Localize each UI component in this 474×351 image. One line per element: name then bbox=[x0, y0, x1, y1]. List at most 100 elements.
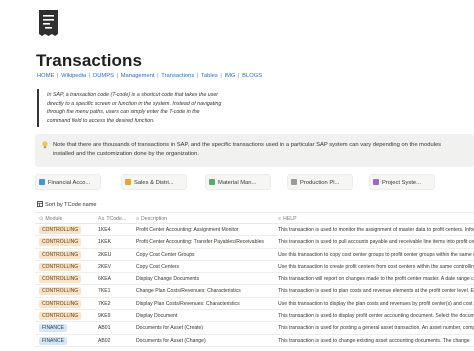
table-body: CONTROLLING 1KE4 Profit Center Accounting:… bbox=[35, 224, 474, 347]
description-cell: Documents for Asset (Create) bbox=[136, 325, 204, 332]
card-icon bbox=[291, 179, 297, 185]
module-tag: CONTROLLING bbox=[39, 262, 82, 271]
category-cards: Financial Acco... Sales & Distri... Mate… bbox=[35, 174, 474, 190]
table-row[interactable]: CONTROLLING 1KEK Profit Center Accounting:… bbox=[35, 236, 474, 249]
card-material-management[interactable]: Material Man... bbox=[205, 174, 271, 190]
header-module[interactable]: ⊙ Module bbox=[39, 216, 62, 222]
intro-quote: In SAP, a transaction code (T-code) is a… bbox=[37, 89, 222, 128]
text-icon: Aa bbox=[98, 216, 105, 222]
card-label: Project Syste... bbox=[382, 180, 421, 186]
module-tag: CONTROLLING bbox=[39, 287, 82, 296]
module-tag: CONTROLLING bbox=[39, 275, 82, 284]
link-management[interactable]: Management bbox=[121, 73, 155, 79]
sort-label: Sort by TCode name bbox=[45, 202, 97, 208]
tcode-cell[interactable]: 9KE9 bbox=[98, 313, 132, 319]
page-title: Transactions bbox=[36, 51, 143, 70]
card-icon bbox=[39, 179, 45, 185]
description-cell: Copy Cost Centers bbox=[136, 263, 180, 270]
select-icon: ⊙ bbox=[39, 216, 44, 222]
header-tcode[interactable]: Aa TCode... bbox=[98, 216, 126, 222]
table-row[interactable]: CONTROLLING 7KE2 Display Plan Costs/Revenu… bbox=[35, 298, 474, 311]
module-tag: CONTROLLING bbox=[39, 312, 82, 321]
tcode-cell[interactable]: 2KEU bbox=[98, 252, 132, 258]
module-tag: CONTROLLING bbox=[39, 226, 82, 234]
table-row[interactable]: FINANCE AB02 Documents for Asset (Change) T… bbox=[35, 335, 474, 347]
description-cell: Copy Cost Center Groups bbox=[136, 251, 195, 258]
module-cell: CONTROLLING bbox=[39, 226, 82, 234]
header-help[interactable]: ≡ HELP bbox=[278, 216, 297, 222]
breadcrumb-links: HOME | Wikipedia | DUMPS | Management | … bbox=[37, 73, 263, 79]
link-img[interactable]: IMG bbox=[224, 73, 235, 79]
module-tag: CONTROLLING bbox=[39, 299, 82, 308]
table-row[interactable]: CONTROLLING 1KE4 Profit Center Accounting:… bbox=[35, 224, 474, 237]
help-cell: This transaction is used to change exist… bbox=[278, 337, 470, 344]
help-cell: This transaction will report on changes … bbox=[278, 276, 474, 283]
tcode-cell[interactable]: 7KE2 bbox=[98, 301, 132, 307]
tcode-cell[interactable]: 1KE4 bbox=[98, 227, 132, 233]
table-row[interactable]: CONTROLLING 2KEV Copy Cost Centers Use this… bbox=[35, 261, 474, 274]
module-cell: CONTROLLING bbox=[39, 238, 82, 247]
module-cell: FINANCE bbox=[39, 336, 67, 345]
card-icon bbox=[209, 179, 215, 185]
header-description[interactable]: ≡ Description bbox=[136, 216, 167, 222]
card-financial-accounting[interactable]: Financial Acco... bbox=[35, 174, 101, 190]
description-cell: Profit Center Accounting: Transfer Payab… bbox=[136, 239, 264, 246]
help-cell: This transaction is used for posting a g… bbox=[278, 325, 474, 332]
description-cell: Display Document bbox=[136, 313, 178, 320]
module-cell: CONTROLLING bbox=[39, 312, 82, 321]
table-row[interactable]: CONTROLLING 6KEA Display Change Documents T… bbox=[35, 273, 474, 286]
table-row[interactable]: FINANCE AB01 Documents for Asset (Create) T… bbox=[35, 322, 474, 335]
tcode-cell[interactable]: 7KE1 bbox=[98, 288, 132, 294]
note-callout: Note that there are thousands of transac… bbox=[35, 134, 474, 167]
receipt-icon bbox=[39, 10, 58, 36]
link-wikipedia[interactable]: Wikipedia bbox=[61, 73, 86, 79]
description-cell: Documents for Asset (Change) bbox=[136, 337, 206, 344]
help-cell: Use this transaction to display the plan… bbox=[278, 300, 473, 307]
table-view-icon bbox=[37, 201, 43, 207]
module-cell: CONTROLLING bbox=[39, 275, 82, 284]
tcode-cell[interactable]: 6KEA bbox=[98, 276, 132, 282]
module-cell: CONTROLLING bbox=[39, 262, 82, 271]
link-home[interactable]: HOME bbox=[37, 73, 54, 79]
module-tag: FINANCE bbox=[39, 324, 67, 333]
transactions-table: ⊙ Module Aa TCode... ≡ Description ≡ HELP CO… bbox=[35, 212, 474, 347]
table-header: ⊙ Module Aa TCode... ≡ Description ≡ HELP bbox=[35, 212, 474, 224]
description-cell: Change Plan Costs/Revenues: Characterist… bbox=[136, 288, 241, 295]
table-row[interactable]: CONTROLLING 7KE1 Change Plan Costs/Revenue… bbox=[35, 285, 474, 298]
card-production-planning[interactable]: Production Pl... bbox=[287, 174, 353, 190]
card-icon bbox=[373, 179, 379, 185]
description-cell: Display Plan Costs/Revenues: Characteris… bbox=[136, 300, 240, 307]
table-row[interactable]: CONTROLLING 2KEU Copy Cost Center Groups Us… bbox=[35, 249, 474, 261]
card-project-system[interactable]: Project Syste... bbox=[369, 174, 435, 190]
card-label: Financial Acco... bbox=[48, 180, 91, 186]
module-tag: CONTROLLING bbox=[39, 238, 82, 247]
card-label: Material Man... bbox=[218, 180, 257, 186]
link-dumps[interactable]: DUMPS bbox=[93, 73, 114, 79]
card-label: Sales & Distri... bbox=[134, 180, 174, 186]
card-label: Production Pl... bbox=[300, 180, 340, 186]
module-tag: CONTROLLING bbox=[39, 250, 82, 259]
description-cell: Profit Center Accounting: Assignment Mon… bbox=[136, 227, 239, 233]
link-tables[interactable]: Tables bbox=[201, 73, 218, 79]
description-cell: Display Change Documents bbox=[136, 276, 200, 283]
card-sales-distribution[interactable]: Sales & Distri... bbox=[121, 174, 187, 190]
table-row[interactable]: CONTROLLING 9KE9 Display Document This tran… bbox=[35, 310, 474, 323]
link-transactions[interactable]: Transactions bbox=[161, 73, 194, 79]
lightbulb-icon bbox=[42, 141, 48, 149]
module-cell: CONTROLLING bbox=[39, 299, 82, 308]
help-cell: This transaction is used to pull account… bbox=[278, 239, 474, 246]
module-cell: CONTROLLING bbox=[39, 250, 82, 259]
help-cell: Use this transaction to create profit ce… bbox=[278, 263, 474, 270]
tcode-cell[interactable]: 1KEK bbox=[98, 239, 132, 245]
module-tag: FINANCE bbox=[39, 336, 67, 345]
tcode-cell[interactable]: 2KEV bbox=[98, 264, 132, 270]
help-cell: Use this transaction to copy cost center… bbox=[278, 251, 474, 258]
module-cell: FINANCE bbox=[39, 324, 67, 333]
tcode-cell[interactable]: AB02 bbox=[98, 338, 132, 344]
help-cell: This transaction is used to monitor the … bbox=[278, 227, 474, 233]
tcode-cell[interactable]: AB01 bbox=[98, 325, 132, 331]
module-cell: CONTROLLING bbox=[39, 287, 82, 296]
link-blogs[interactable]: BLOGS bbox=[242, 73, 262, 79]
help-cell: This transaction is used to plan costs a… bbox=[278, 288, 474, 295]
sort-view-button[interactable]: Sort by TCode name bbox=[37, 201, 97, 208]
